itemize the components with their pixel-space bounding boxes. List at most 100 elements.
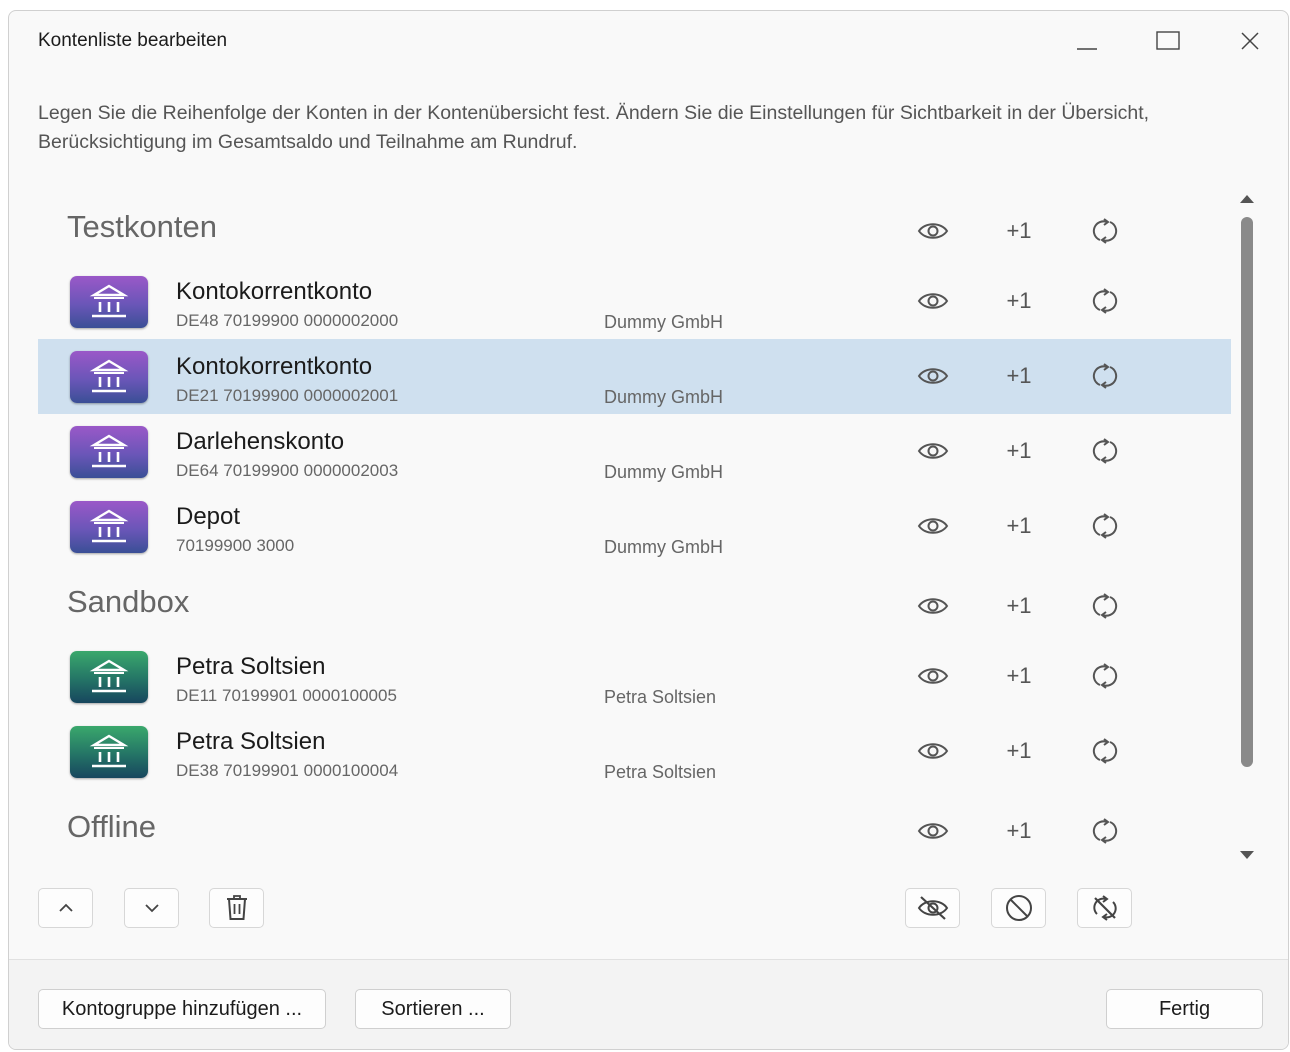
broadcast-toggle[interactable] xyxy=(1085,811,1125,851)
visibility-toggle[interactable] xyxy=(913,431,953,471)
bank-icon xyxy=(70,351,148,403)
account-iban: DE38 70199901 0000100004 xyxy=(176,761,399,780)
sync-off-button[interactable] xyxy=(1077,888,1132,928)
broadcast-toggle[interactable] xyxy=(1085,281,1125,321)
visibility-toggle[interactable] xyxy=(913,281,953,321)
eye-icon xyxy=(917,223,949,239)
sync-off-icon xyxy=(1092,895,1117,921)
scroll-down-arrow-icon[interactable] xyxy=(1240,851,1254,859)
scroll-up-arrow-icon[interactable] xyxy=(1240,195,1254,203)
broadcast-toggle[interactable] xyxy=(1085,731,1125,771)
group-label: Offline xyxy=(67,809,157,844)
add-group-button[interactable]: Kontogruppe hinzufügen ... xyxy=(38,989,326,1029)
account-iban: DE64 70199900 0000002003 xyxy=(176,461,399,480)
done-button[interactable]: Fertig xyxy=(1106,989,1263,1029)
total-balance-toggle[interactable]: +1 xyxy=(999,281,1039,321)
total-balance-toggle[interactable]: +1 xyxy=(999,506,1039,546)
visibility-toggle[interactable] xyxy=(913,356,953,396)
sync-icon xyxy=(1092,438,1118,464)
broadcast-toggle[interactable] xyxy=(1085,656,1125,696)
visibility-toggle[interactable] xyxy=(913,656,953,696)
sync-icon xyxy=(1092,218,1118,244)
sync-icon xyxy=(1092,663,1118,689)
account-name: Depot xyxy=(176,503,241,530)
move-up-button[interactable] xyxy=(38,888,93,928)
bank-icon xyxy=(70,501,148,553)
account-row-selected[interactable]: Kontokorrentkonto DE21 70199900 00000020… xyxy=(38,339,1231,414)
eye-off-icon xyxy=(917,896,948,920)
eye-icon xyxy=(917,743,949,759)
close-button[interactable] xyxy=(1227,23,1273,59)
total-balance-toggle[interactable]: +1 xyxy=(999,431,1039,471)
sync-icon xyxy=(1092,738,1118,764)
account-row[interactable]: Depot 70199900 3000 Dummy GmbH +1 xyxy=(38,489,1231,564)
window-title: Kontenliste bearbeiten xyxy=(38,30,228,51)
chevron-up-icon xyxy=(58,903,73,912)
total-balance-toggle[interactable]: +1 xyxy=(999,731,1039,771)
account-iban: 70199900 3000 xyxy=(176,536,295,555)
bank-icon xyxy=(70,276,148,328)
description-text: Legen Sie die Reihenfolge der Konten in … xyxy=(38,102,1150,153)
eye-icon xyxy=(917,598,949,614)
broadcast-toggle[interactable] xyxy=(1085,586,1125,626)
scroll-thumb[interactable] xyxy=(1241,217,1253,767)
visibility-toggle[interactable] xyxy=(913,586,953,626)
total-balance-toggle[interactable]: +1 xyxy=(999,356,1039,396)
sync-icon xyxy=(1092,818,1118,844)
group-label: Testkonten xyxy=(67,209,217,244)
minimize-button[interactable] xyxy=(1064,23,1110,59)
account-row[interactable]: Kontokorrentkonto DE48 70199900 00000020… xyxy=(38,264,1231,339)
exclude-all-button[interactable] xyxy=(991,888,1046,928)
trash-icon xyxy=(226,895,247,920)
account-owner: Dummy GmbH xyxy=(604,537,724,557)
eye-icon xyxy=(917,823,949,839)
block-icon xyxy=(1005,895,1032,921)
bank-icon xyxy=(70,726,148,778)
group-row-sandbox[interactable]: Sandbox +1 xyxy=(38,564,1231,639)
sort-button[interactable]: Sortieren ... xyxy=(355,989,511,1029)
broadcast-toggle[interactable] xyxy=(1085,431,1125,471)
visibility-toggle[interactable] xyxy=(913,811,953,851)
maximize-icon xyxy=(1156,31,1180,50)
bank-icon xyxy=(70,651,148,703)
group-label: Sandbox xyxy=(67,584,190,619)
eye-icon xyxy=(917,443,949,459)
bank-icon xyxy=(70,426,148,478)
eye-icon xyxy=(917,668,949,684)
group-row-testkonten[interactable]: Testkonten +1 xyxy=(38,189,1231,264)
visibility-toggle[interactable] xyxy=(913,731,953,771)
account-row[interactable]: Petra Soltsien DE11 70199901 0000100005 … xyxy=(38,639,1231,714)
account-owner: Petra Soltsien xyxy=(604,762,717,782)
total-balance-toggle[interactable]: +1 xyxy=(999,586,1039,626)
account-row[interactable]: Petra Soltsien DE38 70199901 0000100004 … xyxy=(38,714,1231,789)
move-down-button[interactable] xyxy=(124,888,179,928)
title-bar: Kontenliste bearbeiten xyxy=(9,11,1288,73)
sync-icon xyxy=(1092,363,1118,389)
account-iban: DE48 70199900 0000002000 xyxy=(176,311,399,330)
hide-all-button[interactable] xyxy=(905,888,960,928)
delete-button[interactable] xyxy=(209,888,264,928)
dialog-footer: Kontogruppe hinzufügen ... Sortieren ...… xyxy=(9,959,1288,1049)
total-balance-toggle[interactable]: +1 xyxy=(999,656,1039,696)
broadcast-toggle[interactable] xyxy=(1085,211,1125,251)
account-owner: Dummy GmbH xyxy=(604,462,724,482)
account-row[interactable]: Darlehenskonto DE64 70199900 0000002003 … xyxy=(38,414,1231,489)
account-name: Kontokorrentkonto xyxy=(176,353,373,380)
broadcast-toggle[interactable] xyxy=(1085,356,1125,396)
account-iban: DE21 70199900 0000002001 xyxy=(176,386,399,405)
account-list[interactable]: Testkonten +1 Kontokorrentkonto DE48 701… xyxy=(38,189,1231,869)
total-balance-toggle[interactable]: +1 xyxy=(999,811,1039,851)
dialog-window: Kontenliste bearbeiten Legen Sie die Rei… xyxy=(8,10,1289,1050)
minimize-icon xyxy=(1077,48,1097,50)
visibility-toggle[interactable] xyxy=(913,506,953,546)
account-iban: DE11 70199901 0000100005 xyxy=(176,686,397,705)
visibility-toggle[interactable] xyxy=(913,211,953,251)
list-scrollbar[interactable] xyxy=(1237,191,1257,861)
broadcast-toggle[interactable] xyxy=(1085,506,1125,546)
total-balance-toggle[interactable]: +1 xyxy=(999,211,1039,251)
group-row-offline[interactable]: Offline +1 xyxy=(38,789,1231,864)
close-icon xyxy=(1241,32,1259,50)
account-name: Petra Soltsien xyxy=(176,653,326,680)
account-owner: Dummy GmbH xyxy=(604,387,724,407)
maximize-button[interactable] xyxy=(1145,23,1191,59)
